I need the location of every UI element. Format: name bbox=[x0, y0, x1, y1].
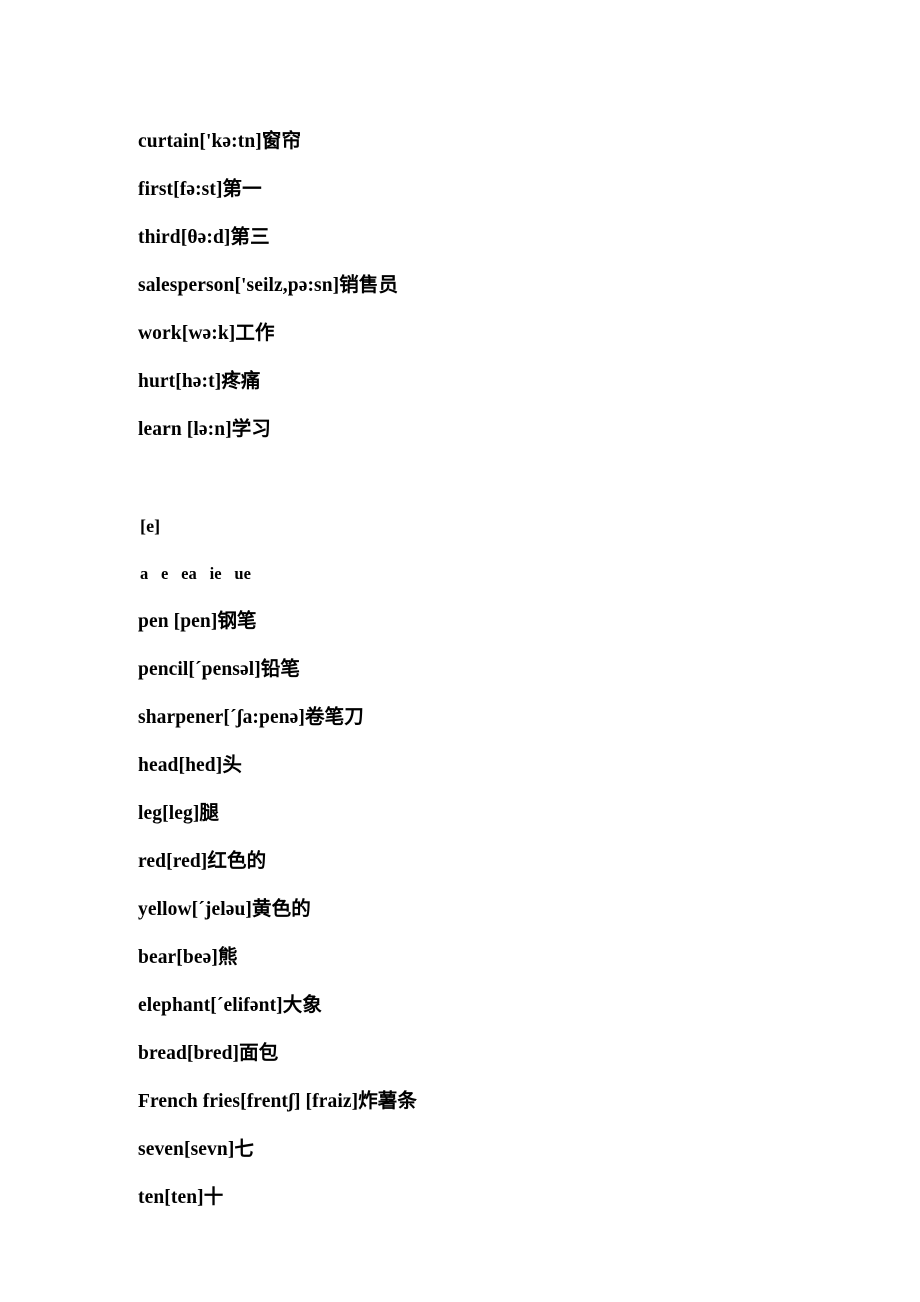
vocabulary-entry: third[θə:d]第三 bbox=[138, 227, 270, 248]
vocabulary-entry: seven[sevn]七 bbox=[138, 1139, 255, 1160]
vocabulary-entry: curtain['kə:tn]窗帘 bbox=[138, 131, 302, 152]
vocabulary-entry: yellow[ˊjeləu]黄色的 bbox=[138, 899, 311, 920]
vocabulary-entry: bear[beə]熊 bbox=[138, 947, 238, 968]
document-page: curtain['kə:tn]窗帘 first[fə:st]第一 third[θə:… bbox=[0, 0, 920, 1302]
vocabulary-entry: leg[leg]腿 bbox=[138, 803, 220, 824]
vocabulary-entry: sharpener[ˊʃa:penə]卷笔刀 bbox=[138, 707, 364, 728]
phonetic-section-heading: [e] bbox=[140, 516, 161, 536]
vocabulary-entry: pencil[ˊpensəl]铅笔 bbox=[138, 659, 301, 680]
vocabulary-entry: head[hed]头 bbox=[138, 755, 242, 776]
vocabulary-entry: first[fə:st]第一 bbox=[138, 179, 262, 200]
vocabulary-entry: pen [pen]钢笔 bbox=[138, 611, 257, 632]
vocabulary-entry: ten[ten]十 bbox=[138, 1187, 224, 1208]
vocabulary-entry: salesperson['seilz,pə:sn]销售员 bbox=[138, 275, 399, 296]
line-spacer bbox=[138, 454, 850, 502]
vocabulary-entry: hurt[hə:t]疼痛 bbox=[138, 371, 261, 392]
vocabulary-list: curtain['kə:tn]窗帘 first[fə:st]第一 third[θə:… bbox=[138, 118, 850, 1222]
vocabulary-entry: bread[bred]面包 bbox=[138, 1043, 279, 1064]
vocabulary-entry: French fries[frentʃ] [fraiz]炸薯条 bbox=[138, 1091, 418, 1112]
vocabulary-entry: learn [lə:n]学习 bbox=[138, 419, 271, 440]
spelling-pattern-row: a e ea ie ue bbox=[140, 564, 252, 583]
vocabulary-entry: elephant[ˊelifənt]大象 bbox=[138, 995, 322, 1016]
vocabulary-entry: red[red]红色的 bbox=[138, 851, 267, 872]
vocabulary-entry: work[wə:k]工作 bbox=[138, 323, 275, 344]
